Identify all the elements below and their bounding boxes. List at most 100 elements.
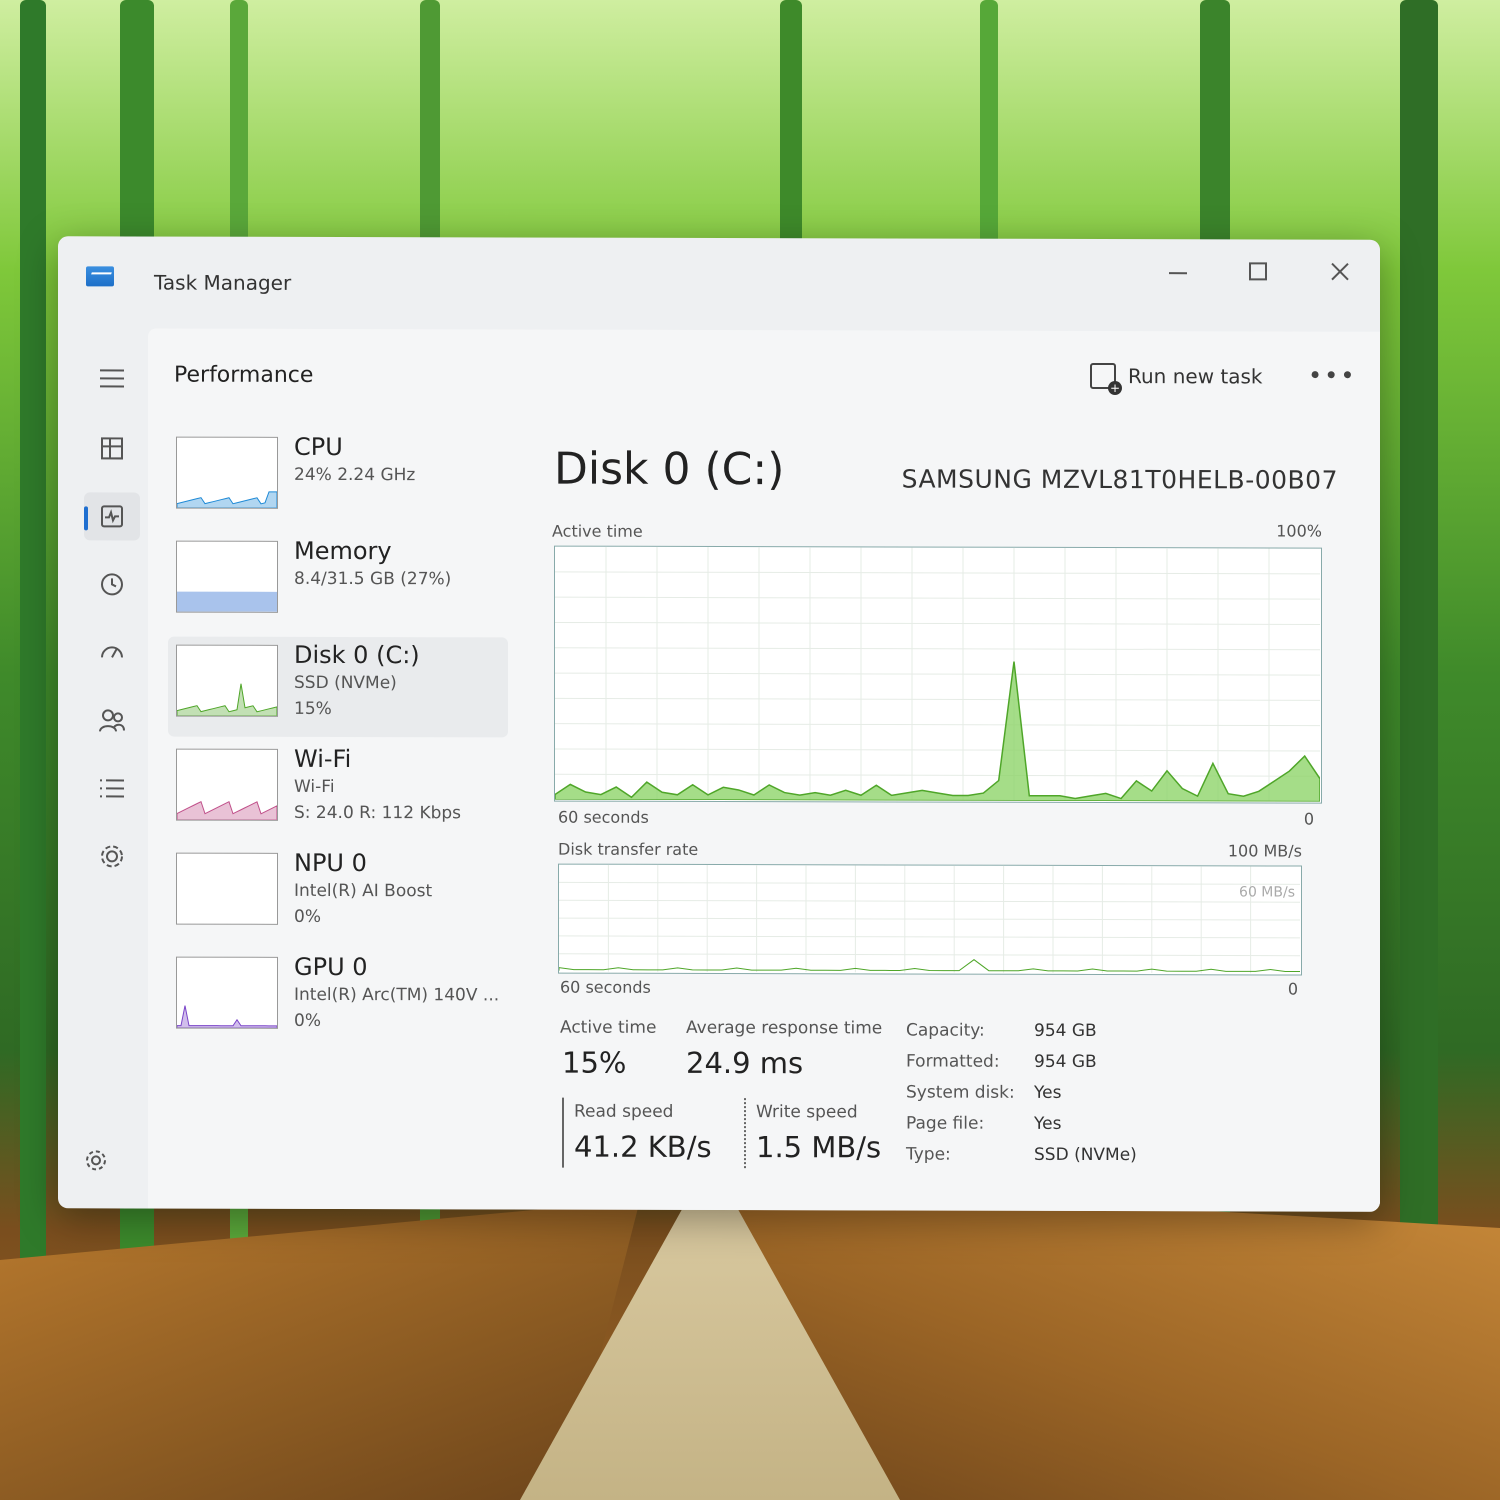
minimize-icon: [1169, 272, 1187, 275]
perf-item-gpu-0[interactable]: GPU 0 Intel(R) Arc(TM) 140V ... 0%: [168, 949, 508, 1050]
gear-icon: [86, 1150, 106, 1171]
performance-list: CPU 24% 2.24 GHz Memory 8.4/31.5 GB (27%…: [168, 429, 508, 1110]
active-time-graph: [554, 546, 1321, 803]
hamburger-menu-icon: [100, 369, 124, 388]
close-button[interactable]: [1310, 250, 1370, 294]
disk-property-row: Page file: Yes: [906, 1113, 1326, 1142]
perf-item-name: Memory: [294, 536, 392, 566]
grid-line: [559, 953, 1300, 957]
disk-property-key: Formatted:: [906, 1051, 1000, 1072]
grid-line: [555, 596, 1320, 600]
stat-read-speed-value: 41.2 KB/s: [574, 1129, 712, 1164]
stat-active-time-value: 15%: [562, 1045, 627, 1080]
perf-item-detail-2: S: 24.0 R: 112 Kbps: [294, 802, 462, 824]
bamboo-stalk: [20, 0, 46, 1300]
close-icon: [1331, 262, 1349, 281]
perf-thumbnail-graph: [176, 748, 278, 821]
task-manager-app-icon: [86, 266, 114, 287]
transfer-axis-right: 0: [1287, 979, 1298, 999]
disk-property-value: 954 GB: [1034, 1020, 1097, 1041]
maximize-button[interactable]: [1228, 249, 1288, 293]
perf-item-name: NPU 0: [294, 848, 367, 878]
perf-item-disk-0-c[interactable]: Disk 0 (C:) SSD (NVMe) 15%: [168, 636, 508, 738]
perf-item-name: Wi-Fi: [294, 744, 352, 774]
grid-line: [555, 697, 1320, 701]
details-icon: [100, 779, 124, 798]
disk-detail-panel: Disk 0 (C:) SAMSUNG MZVL81T0HELB-00B07 A…: [548, 430, 1338, 1192]
grid-line: [555, 672, 1320, 676]
grid-line: [555, 773, 1320, 777]
stat-avg-response-label: Average response time: [686, 1017, 883, 1039]
title-bar[interactable]: Task Manager: [58, 236, 1380, 331]
users-icon: [99, 709, 125, 732]
active-time-axis-left: 60 seconds: [558, 807, 649, 827]
ground-left: [0, 1200, 640, 1500]
settings-button[interactable]: [84, 1148, 108, 1178]
hamburger-menu-button[interactable]: [84, 354, 140, 402]
perf-item-name: CPU: [294, 432, 343, 462]
disk-properties: Capacity: 954 GB Formatted: 954 GB System …: [906, 1020, 1326, 1191]
grid-line: [559, 881, 1300, 885]
perf-item-npu-0[interactable]: NPU 0 Intel(R) AI Boost 0%: [168, 845, 508, 946]
nav-users[interactable]: [84, 696, 140, 744]
perf-thumbnail-graph: [176, 956, 278, 1029]
stat-read-speed-label: Read speed: [574, 1101, 674, 1122]
nav-app-history[interactable]: [84, 560, 140, 608]
perf-item-name: GPU 0: [294, 952, 368, 982]
write-speed-divider: [744, 1098, 746, 1169]
grid-line: [555, 748, 1320, 752]
memory-usage-fill: [177, 591, 277, 612]
nav-services[interactable]: [84, 832, 140, 880]
transfer-rate-chart-label: Disk transfer rate: [558, 839, 699, 859]
grid-line: [555, 571, 1320, 575]
active-time-chart: [554, 545, 1322, 804]
active-time-axis-right: 0: [1303, 809, 1314, 829]
perf-thumbnail-graph: [176, 644, 278, 717]
perf-thumbnail-graph: [176, 852, 278, 925]
thumbnail-series: [177, 800, 277, 820]
task-manager-window: Task Manager Performance + Run new task …: [58, 236, 1380, 1212]
thumbnail-series: [177, 491, 277, 508]
perf-thumbnail-graph: [176, 436, 278, 509]
minimize-button[interactable]: [1148, 249, 1208, 293]
disk-model: SAMSUNG MZVL81T0HELB-00B07: [901, 464, 1338, 495]
disk-property-row: System disk: Yes: [906, 1082, 1326, 1111]
nav-startup-apps[interactable]: [84, 628, 140, 676]
disk-property-value: Yes: [1034, 1082, 1062, 1103]
startup-apps-icon: [101, 646, 123, 658]
nav-details[interactable]: [84, 764, 140, 812]
perf-item-detail: Wi-Fi: [294, 776, 335, 797]
perf-item-wi-fi[interactable]: Wi-Fi Wi-Fi S: 24.0 R: 112 Kbps: [168, 741, 508, 842]
disk-property-key: Page file:: [906, 1113, 985, 1134]
transfer-rate-chart: 60 MB/s: [558, 863, 1302, 976]
disk-property-value: SSD (NVMe): [1034, 1144, 1137, 1166]
perf-item-detail: SSD (NVMe): [294, 672, 397, 694]
transfer-axis-left: 60 seconds: [560, 977, 651, 997]
perf-item-detail-2: 0%: [294, 906, 321, 927]
run-new-task-label: Run new task: [1128, 364, 1263, 389]
more-options-button[interactable]: •••: [1308, 362, 1356, 390]
grid-line: [555, 621, 1320, 625]
transfer-rate-chart-max: 100 MB/s: [1227, 841, 1302, 861]
disk-title: Disk 0 (C:): [554, 443, 785, 496]
disk-property-value: 954 GB: [1034, 1051, 1097, 1072]
nav-processes[interactable]: [84, 424, 140, 472]
disk-property-key: Type:: [906, 1144, 951, 1165]
perf-item-detail: 24% 2.24 GHz: [294, 464, 416, 486]
perf-item-cpu[interactable]: CPU 24% 2.24 GHz: [168, 429, 508, 530]
perf-item-memory[interactable]: Memory 8.4/31.5 GB (27%): [168, 533, 508, 634]
window-title: Task Manager: [154, 270, 292, 295]
maximize-icon: [1249, 262, 1267, 281]
run-new-task-button[interactable]: Run new task: [1090, 357, 1263, 395]
stat-write-speed-value: 1.5 MB/s: [756, 1130, 882, 1165]
toolbar: Performance Run new task •••: [148, 329, 1380, 420]
grid-line: [555, 723, 1320, 727]
transfer-rate-mid: 60 MB/s: [1239, 884, 1295, 901]
read-speed-divider: [562, 1097, 564, 1168]
navigation-rail: [78, 346, 148, 1206]
disk-property-row: Formatted: 954 GB: [906, 1051, 1326, 1080]
app-history-icon: [101, 573, 123, 596]
nav-performance[interactable]: [84, 492, 140, 541]
services-icon: [101, 845, 123, 868]
disk-property-row: Capacity: 954 GB: [906, 1020, 1326, 1049]
